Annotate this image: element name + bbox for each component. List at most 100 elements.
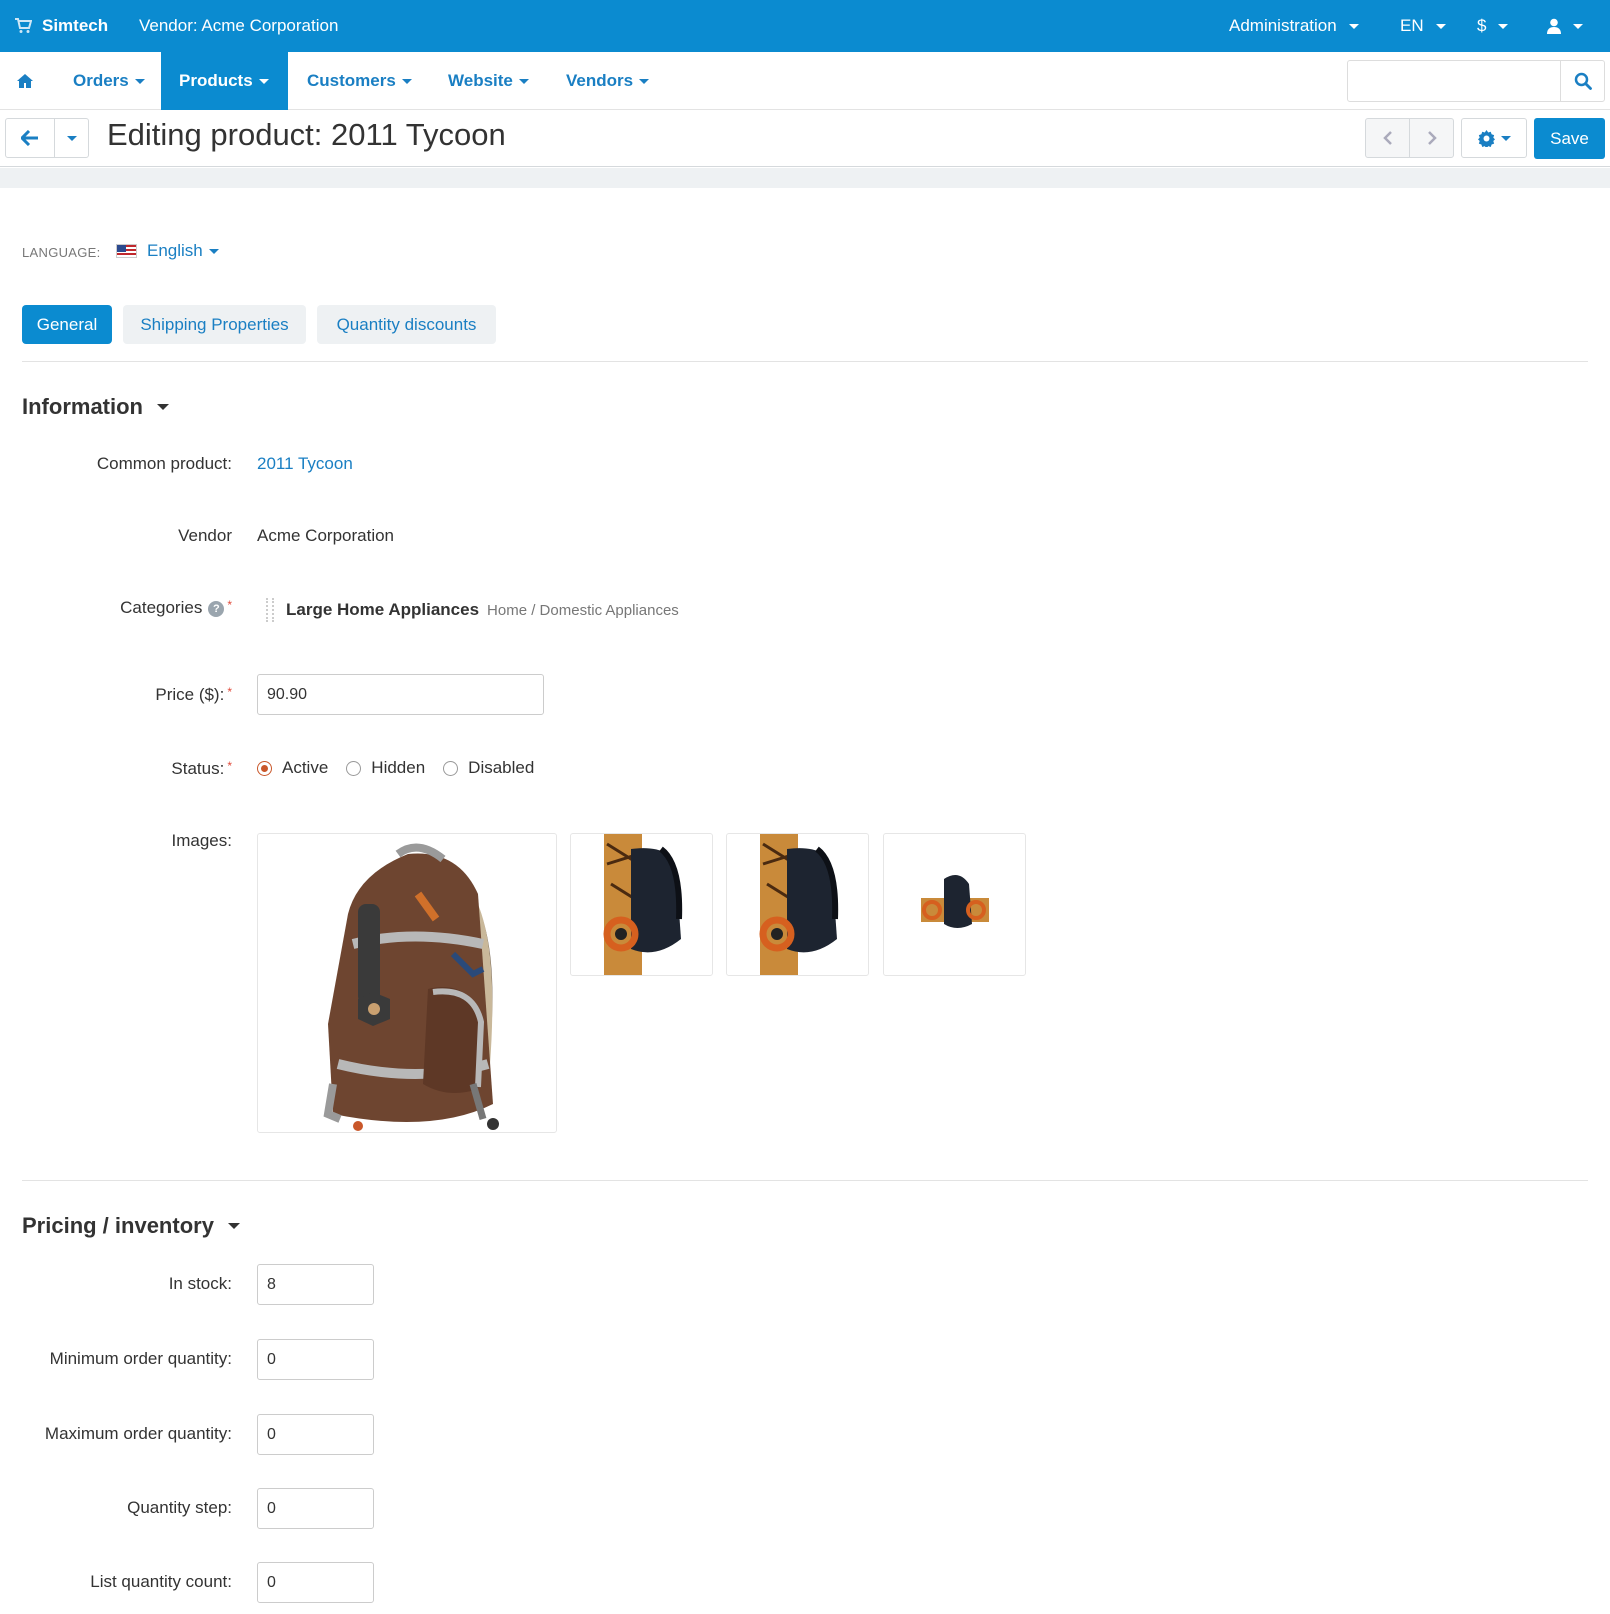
nav-vendors[interactable]: Vendors: [548, 52, 667, 110]
next-product-button[interactable]: [1409, 118, 1454, 158]
nav-products[interactable]: Products: [161, 52, 288, 110]
search-icon: [1574, 72, 1592, 90]
chevron-down-icon: [258, 78, 269, 84]
cart-icon: [15, 18, 32, 33]
search-box: [1347, 60, 1605, 102]
currency-symbol: $: [1477, 16, 1487, 35]
nav-products-label: Products: [179, 71, 253, 90]
search-button[interactable]: [1560, 61, 1604, 101]
settings-button[interactable]: [1461, 118, 1527, 158]
chevron-down-icon: [1498, 23, 1509, 29]
back-dropdown-button[interactable]: [54, 118, 89, 158]
vendor-label: Vendor: Acme Corporation: [139, 16, 339, 35]
status-hidden-label: Hidden: [371, 758, 426, 777]
language-label: LANGUAGE:: [22, 245, 101, 260]
snowboard-backpack-image: [759, 834, 839, 975]
chevron-down-icon: [639, 78, 650, 84]
information-section-title: Information: [22, 394, 143, 419]
tab-shipping-properties[interactable]: Shipping Properties: [123, 305, 306, 344]
language-value: English: [147, 241, 203, 260]
arrow-left-icon: [21, 130, 38, 146]
title-bar-divider: [0, 168, 1610, 188]
section-divider: [22, 1180, 1588, 1181]
nav-customers[interactable]: Customers: [289, 52, 430, 110]
category-item[interactable]: Large Home Appliances Home / Domestic Ap…: [266, 598, 679, 622]
in-stock-input[interactable]: 8: [257, 1264, 374, 1305]
language-code: EN: [1400, 16, 1424, 35]
help-icon[interactable]: ?: [208, 600, 225, 617]
status-label: Status: *: [171, 759, 232, 779]
chevron-down-icon: [1435, 23, 1446, 29]
nav-vendors-label: Vendors: [566, 71, 634, 90]
user-menu[interactable]: [1547, 0, 1583, 52]
backpack-image: [323, 843, 499, 1131]
images-label: Images:: [171, 831, 232, 850]
status-disabled-label: Disabled: [468, 758, 535, 777]
price-input[interactable]: 90.90: [257, 674, 544, 715]
user-icon: [1547, 18, 1561, 34]
list-qty-count-label: List quantity count:: [90, 1572, 232, 1591]
gear-icon: [1477, 129, 1495, 147]
save-button[interactable]: Save: [1534, 118, 1605, 159]
administration-menu[interactable]: Administration: [1229, 0, 1359, 52]
back-button[interactable]: [5, 118, 55, 158]
currency-menu[interactable]: $: [1477, 0, 1509, 52]
brand[interactable]: Simtech: [14, 0, 108, 52]
chevron-down-icon: [1573, 23, 1583, 29]
chevron-down-icon: [134, 78, 145, 84]
nav-customers-label: Customers: [307, 71, 396, 90]
tabs-divider: [22, 361, 1588, 362]
administration-label: Administration: [1229, 16, 1337, 35]
nav-orders[interactable]: Orders: [55, 52, 163, 110]
radio-checked-icon: [257, 760, 272, 776]
chevron-down-icon: [66, 135, 77, 141]
max-order-qty-label: Maximum order quantity:: [44, 1424, 232, 1443]
product-thumbnail-2[interactable]: [726, 833, 869, 976]
status-hidden-radio[interactable]: Hidden: [346, 758, 425, 778]
snowboard-horizontal-image: [921, 875, 989, 928]
required-marker: *: [227, 598, 232, 612]
prev-product-button[interactable]: [1365, 118, 1410, 158]
search-input[interactable]: [1348, 61, 1560, 101]
us-flag-icon: [116, 244, 137, 258]
category-path: Home / Domestic Appliances: [487, 602, 679, 619]
chevron-down-icon: [518, 78, 529, 84]
status-radio-group: Active Hidden Disabled: [257, 758, 552, 778]
min-order-qty-input[interactable]: 0: [257, 1339, 374, 1380]
home-icon: [17, 74, 33, 88]
information-section-toggle[interactable]: Information: [22, 394, 169, 420]
common-product-link[interactable]: 2011 Tycoon: [257, 454, 353, 474]
nav-home[interactable]: [0, 52, 50, 110]
page-title: Editing product: 2011 Tycoon: [107, 117, 506, 152]
max-order-qty-input[interactable]: 0: [257, 1414, 374, 1455]
min-order-qty-label: Minimum order quantity:: [49, 1349, 232, 1368]
tab-quantity-discounts[interactable]: Quantity discounts: [317, 305, 496, 344]
status-active-radio[interactable]: Active: [257, 758, 328, 778]
qty-step-label: Quantity step:: [127, 1498, 232, 1517]
status-disabled-radio[interactable]: Disabled: [443, 758, 534, 778]
nav-website-label: Website: [448, 71, 513, 90]
drag-handle-icon[interactable]: [266, 598, 274, 622]
product-thumbnail-1[interactable]: [570, 833, 713, 976]
chevron-down-icon: [1500, 135, 1511, 141]
product-thumbnail-3[interactable]: [883, 833, 1026, 976]
chevron-right-icon: [1427, 131, 1437, 145]
pricing-section-toggle[interactable]: Pricing / inventory: [22, 1213, 240, 1239]
chevron-down-icon: [1348, 23, 1359, 29]
language-selector[interactable]: English: [116, 241, 219, 261]
radio-unchecked-icon: [346, 760, 362, 776]
tab-general[interactable]: General: [22, 305, 112, 344]
chevron-left-icon: [1382, 131, 1392, 145]
qty-step-input[interactable]: 0: [257, 1488, 374, 1529]
main-nav: Orders Products Customers Website Vendor…: [0, 52, 1610, 110]
common-product-label: Common product:: [96, 454, 232, 473]
language-menu[interactable]: EN: [1400, 0, 1446, 52]
product-main-image[interactable]: [257, 833, 557, 1133]
vendor-value: Acme Corporation: [257, 526, 395, 545]
radio-unchecked-icon: [443, 760, 459, 776]
list-qty-count-input[interactable]: 0: [257, 1562, 374, 1603]
status-label-text: Status:: [171, 759, 225, 778]
in-stock-label: In stock:: [168, 1274, 232, 1293]
nav-orders-label: Orders: [73, 71, 129, 90]
nav-website[interactable]: Website: [430, 52, 547, 110]
